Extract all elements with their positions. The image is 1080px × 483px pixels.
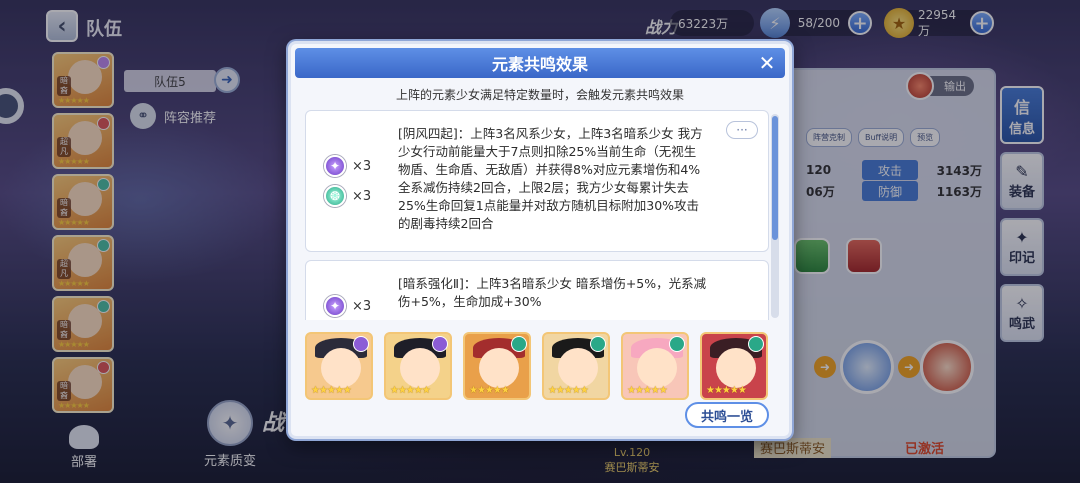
- more-options-button[interactable]: ···: [726, 121, 758, 139]
- hero-portrait[interactable]: ★★★★★: [542, 332, 610, 400]
- resonance-description: [阴风四起]：上阵3名风系少女，上阵3名暗系少女 我方少女行动前能量大于7点则扣…: [398, 126, 703, 231]
- hero-portrait[interactable]: ★★★★★: [384, 332, 452, 400]
- dark-element-icon: ✦: [324, 155, 346, 177]
- resonance-card: ✦ ×3 [暗系强化Ⅱ]：上阵3名暗系少女 暗系增伤+5%，光系减伤+5%，生命…: [305, 260, 769, 320]
- dark-element-icon: [432, 336, 448, 352]
- wind-element-icon: [590, 336, 606, 352]
- resonance-card: ✦ ×3 ❂ ×3 [阴风四起]：上阵3名风系少女，上阵3名暗系少女 我方少女行…: [305, 110, 769, 252]
- dark-element-icon: [353, 336, 369, 352]
- scrollbar[interactable]: [771, 114, 779, 318]
- dialog-header: 元素共鸣效果 ✕: [295, 48, 785, 78]
- close-icon[interactable]: ✕: [755, 51, 779, 75]
- requirement-row: ❂ ×3: [324, 185, 371, 207]
- wind-element-icon: [511, 336, 527, 352]
- dialog-title: 元素共鸣效果: [491, 55, 588, 74]
- element-resonance-dialog: 元素共鸣效果 ✕ 上阵的元素少女满足特定数量时，会触发元素共鸣效果 ✦ ×3 ❂…: [288, 41, 792, 439]
- wind-element-icon: [748, 336, 764, 352]
- requirement-row: ✦ ×3: [324, 295, 371, 317]
- dark-element-icon: ✦: [324, 295, 346, 317]
- resonance-list[interactable]: ✦ ×3 ❂ ×3 [阴风四起]：上阵3名风系少女，上阵3名暗系少女 我方少女行…: [301, 110, 779, 320]
- hero-portrait[interactable]: ★★★★★: [463, 332, 531, 400]
- scrollbar-thumb[interactable]: [772, 116, 778, 240]
- lineup-portraits: ★★★★★ ★★★★★ ★★★★★ ★★★★★ ★★★★★ ★★★★★: [305, 332, 768, 400]
- wind-element-icon: [669, 336, 685, 352]
- hero-portrait[interactable]: ★★★★★: [305, 332, 373, 400]
- resonance-overview-button[interactable]: 共鸣一览: [685, 402, 769, 428]
- hero-portrait[interactable]: ★★★★★: [621, 332, 689, 400]
- resonance-description: [暗系强化Ⅱ]：上阵3名暗系少女 暗系增伤+5%，光系减伤+5%，生命加成+30…: [398, 276, 707, 309]
- requirement-row: ✦ ×3: [324, 155, 371, 177]
- wind-element-icon: ❂: [324, 185, 346, 207]
- hero-portrait[interactable]: ★★★★★: [700, 332, 768, 400]
- dialog-subtitle: 上阵的元素少女满足特定数量时，会触发元素共鸣效果: [395, 88, 684, 102]
